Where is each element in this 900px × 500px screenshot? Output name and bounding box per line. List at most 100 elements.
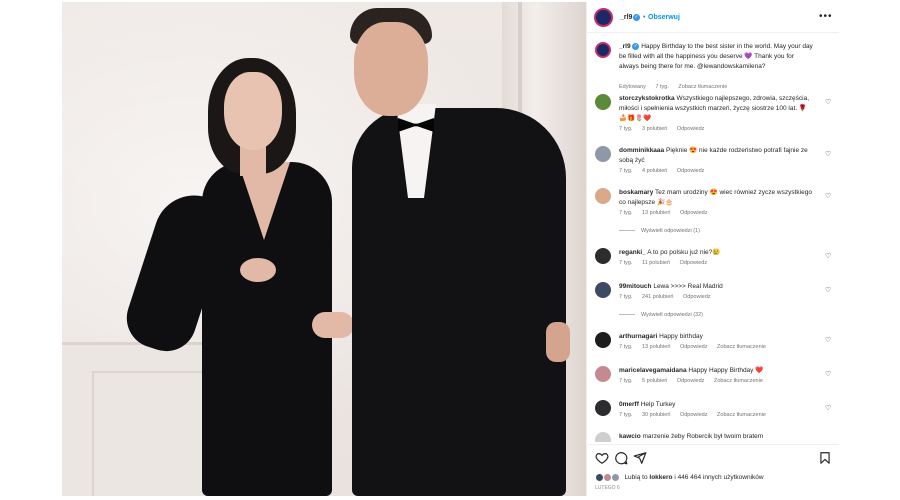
comment-username[interactable]: 0merff (619, 401, 639, 408)
comment-like-heart-icon[interactable]: ♡ (825, 404, 831, 412)
comment-avatar[interactable] (595, 94, 611, 110)
view-replies-label[interactable]: Wyświetl odpowiedzi (32) (641, 312, 703, 318)
view-replies-button[interactable]: Wyświetl odpowiedzi (1) (619, 228, 700, 234)
comment-like-heart-icon[interactable]: ♡ (825, 192, 831, 200)
comment-text: 99mitouch Lewa >>>> Real Madrid (619, 282, 815, 292)
likes-summary[interactable]: Lubią to lokkero i 446 464 innych użytko… (595, 473, 764, 482)
comment-translate-link[interactable]: Zobacz tłumaczenie (714, 378, 763, 384)
comment-username[interactable]: kawcio (619, 433, 641, 440)
comment-meta: 7 tyg. 13 polubień Odpowiedz Zobacz tłum… (619, 344, 774, 350)
comment-username[interactable]: domminikkaaa (619, 147, 664, 154)
comment-body: Happy birthday (659, 333, 703, 340)
post-header: _rl9 ✓ • Obserwuj ••• (587, 2, 839, 33)
comment-reply-button[interactable]: Odpowiedz (680, 344, 708, 350)
comment-likes[interactable]: 241 polubień (642, 294, 674, 300)
comment-avatar[interactable] (595, 146, 611, 162)
author-username[interactable]: _rl9 (620, 14, 632, 21)
comment-time: 7 tyg. (619, 168, 633, 174)
comment-translate-link[interactable]: Zobacz tłumaczenie (717, 344, 766, 350)
comment-meta: 7 tyg. 30 polubień Odpowiedz Zobacz tłum… (619, 412, 774, 418)
comment-time: 7 tyg. (619, 378, 633, 384)
heart-icon[interactable] (595, 451, 609, 465)
comment-likes[interactable]: 11 polubień (642, 260, 670, 266)
caption-text: _rl9 ✓ Happy Birthday to the best sister… (619, 42, 815, 72)
comment-text: storczykstokrotka Wszystkiego najlepszeg… (619, 94, 815, 124)
comment-text: reganki_ A to po polsku już nie?😢 (619, 248, 815, 258)
follow-button[interactable]: Obserwuj (648, 14, 680, 21)
likes-user[interactable]: lokkero (649, 474, 672, 481)
woman-hand (312, 312, 354, 338)
comment-username[interactable]: arthurnagari (619, 333, 657, 340)
likes-suffix[interactable]: i 446 464 innych użytkowników (674, 474, 763, 481)
verified-icon: ✓ (633, 14, 640, 21)
comment-text: maricelavegamaidana Happy Happy Birthday… (619, 366, 815, 376)
comment-reply-button[interactable]: Odpowiedz (683, 294, 711, 300)
comment-likes[interactable]: 4 polubień (642, 168, 667, 174)
comment-avatar[interactable] (595, 400, 611, 416)
comment-meta: 7 tyg. 5 polubień Odpowiedz Zobacz tłuma… (619, 378, 771, 384)
comment-like-heart-icon[interactable]: ♡ (825, 286, 831, 294)
comment-body: marzenie żeby Robercik był twoim bratem (642, 433, 764, 440)
comment-text: 0merff Help Turkey (619, 400, 815, 410)
comment-likes[interactable]: 13 polubień (642, 344, 670, 350)
caption-meta: Edytowany 7 tyg. Zobacz tłumaczenie (619, 84, 735, 90)
caption-username[interactable]: _rl9 (619, 43, 631, 50)
likes-prefix: Lubią to (624, 474, 648, 482)
comment-like-heart-icon[interactable]: ♡ (825, 336, 831, 344)
comment-meta: 7 tyg. 241 polubień Odpowiedz (619, 294, 719, 300)
comment-username[interactable]: maricelavegamaidana (619, 367, 687, 374)
comment-likes[interactable]: 30 polubień (642, 412, 670, 418)
comment-avatar[interactable] (595, 432, 611, 442)
comment-likes[interactable]: 13 polubień (642, 210, 670, 216)
comment-avatar[interactable] (595, 366, 611, 382)
bookmark-icon[interactable] (818, 451, 832, 465)
comment-username[interactable]: 99mitouch (619, 283, 652, 290)
comment-likes[interactable]: 3 polubień (642, 126, 667, 132)
comment-avatar[interactable] (595, 332, 611, 348)
comment-username[interactable]: storczykstokrotka (619, 95, 675, 102)
comment-avatar[interactable] (595, 282, 611, 298)
post-sidebar: _rl9 ✓ • Obserwuj ••• _rl9 ✓ Happy Birth… (586, 2, 839, 496)
caption-translate-link[interactable]: Zobacz tłumaczenie (678, 84, 727, 90)
comment-reply-button[interactable]: Odpowiedz (677, 168, 705, 174)
comment-avatar[interactable] (595, 248, 611, 264)
comment-meta: 7 tyg. 11 polubień Odpowiedz (619, 260, 715, 266)
comment-like-heart-icon[interactable]: ♡ (825, 252, 831, 260)
comment-like-heart-icon[interactable]: ♡ (825, 150, 831, 158)
comment-time: 7 tyg. (619, 260, 633, 266)
comment-icon[interactable] (614, 451, 628, 465)
comment-reply-button[interactable]: Odpowiedz (680, 210, 708, 216)
comment-reply-button[interactable]: Odpowiedz (680, 412, 708, 418)
comment-username[interactable]: boskamary (619, 189, 653, 196)
author-avatar[interactable] (594, 8, 613, 27)
comment-meta: 7 tyg. 13 polubień Odpowiedz (619, 210, 716, 216)
man-face (354, 22, 428, 116)
view-replies-label[interactable]: Wyświetl odpowiedzi (1) (641, 228, 700, 234)
woman-dress-cutout (240, 258, 276, 282)
comment-reply-button[interactable]: Odpowiedz (680, 260, 708, 266)
comment-body: A to po polsku już nie?😢 (647, 249, 721, 256)
caption-edited: Edytowany (619, 84, 646, 90)
comment-avatar[interactable] (595, 188, 611, 204)
comment-reply-button[interactable]: Odpowiedz (677, 378, 705, 384)
share-icon[interactable] (633, 451, 647, 465)
view-replies-button[interactable]: Wyświetl odpowiedzi (32) (619, 312, 703, 318)
comment-text: domminikkaaa Pięknie 😍 nie każde rodzeńs… (619, 146, 815, 166)
comment-reply-button[interactable]: Odpowiedz (677, 126, 705, 132)
comment-username[interactable]: reganki_ (619, 249, 646, 256)
man-hand (546, 322, 570, 362)
post-date: LUTEGO 6 (595, 485, 620, 491)
comment-body: Happy Happy Birthday ❤️ (688, 367, 764, 374)
more-icon[interactable]: ••• (819, 11, 833, 22)
comment-translate-link[interactable]: Zobacz tłumaczenie (717, 412, 766, 418)
post-actions: Lubią to lokkero i 446 464 innych użytko… (587, 444, 839, 496)
caption-avatar[interactable] (595, 42, 611, 58)
comment-like-heart-icon[interactable]: ♡ (825, 370, 831, 378)
verified-icon: ✓ (632, 42, 640, 50)
comment-meta: 7 tyg. 4 polubień Odpowiedz (619, 168, 712, 174)
comments-scroll[interactable]: _rl9 ✓ Happy Birthday to the best sister… (587, 34, 839, 442)
comment-likes[interactable]: 5 polubień (642, 378, 667, 384)
post-photo[interactable] (62, 2, 586, 496)
comment-time: 7 tyg. (619, 210, 633, 216)
comment-like-heart-icon[interactable]: ♡ (825, 98, 831, 106)
